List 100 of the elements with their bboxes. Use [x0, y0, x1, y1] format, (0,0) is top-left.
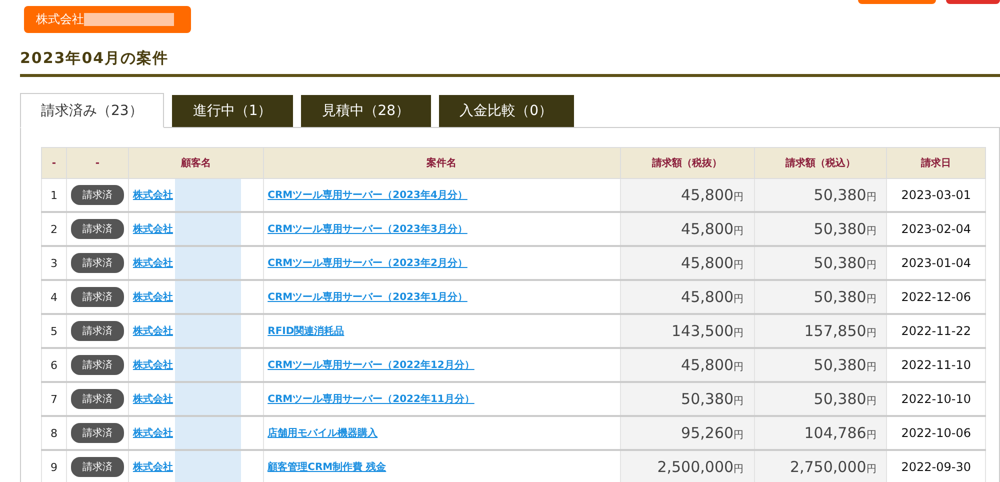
page-title: 2023年04月の案件 [20, 49, 1000, 77]
amount-value: 45,800 [681, 186, 734, 204]
project-link[interactable]: CRMツール専用サーバー（2023年4月分） [268, 190, 468, 201]
billing-date: 2022-10-10 [886, 382, 986, 416]
billing-date: 2023-03-01 [886, 178, 986, 212]
project-link[interactable]: CRMツール専用サーバー（2023年3月分） [268, 224, 468, 235]
status-button[interactable]: 請求済 [70, 253, 124, 273]
project-link[interactable]: CRMツール専用サーバー（2022年11月分） [268, 394, 474, 405]
currency-unit: 円 [734, 328, 744, 339]
row-number: 2 [42, 212, 66, 246]
redaction-block [174, 451, 241, 482]
amount-value: 104,786 [804, 424, 866, 442]
amount-value: 50,380 [814, 254, 866, 272]
column-header: 請求額（税抜） [620, 148, 754, 178]
currency-unit: 円 [734, 260, 744, 271]
amount-value: 45,800 [681, 356, 734, 374]
status-button[interactable]: 請求済 [70, 355, 124, 375]
amount-value: 45,800 [681, 288, 734, 306]
currency-unit: 円 [866, 430, 876, 441]
status-button[interactable]: 請求済 [70, 219, 124, 239]
customer-link[interactable]: 株式会社 [132, 426, 173, 440]
status-button[interactable]: 請求済 [70, 457, 124, 477]
row-number: 6 [42, 348, 66, 382]
status-button[interactable]: 請求済 [70, 389, 124, 409]
amount-value: 50,380 [814, 390, 866, 408]
tab[interactable]: 進行中（1） [172, 95, 293, 127]
customer-link[interactable]: 株式会社 [132, 290, 173, 304]
row-number: 7 [42, 382, 66, 416]
currency-unit: 円 [866, 260, 876, 271]
billing-date: 2023-02-04 [886, 212, 986, 246]
currency-unit: 円 [734, 430, 744, 441]
currency-unit: 円 [734, 362, 744, 373]
currency-unit: 円 [734, 396, 744, 407]
status-button[interactable]: 請求済 [70, 423, 124, 443]
billing-date: 2022-11-22 [886, 314, 986, 348]
redaction-block [174, 281, 241, 313]
currency-unit: 円 [734, 226, 744, 237]
amount-value: 95,260 [681, 424, 734, 442]
customer-link[interactable]: 株式会社 [132, 222, 173, 236]
column-header: - [66, 148, 128, 178]
row-number: 8 [42, 416, 66, 450]
row-number: 5 [42, 314, 66, 348]
column-header: 案件名 [263, 148, 620, 178]
currency-unit: 円 [866, 192, 876, 203]
tab[interactable]: 見積中（28） [300, 95, 431, 127]
row-number: 1 [42, 178, 66, 212]
column-header: 請求日 [886, 148, 986, 178]
redaction-block [174, 247, 241, 279]
billing-date: 2022-10-06 [886, 416, 986, 450]
project-link[interactable]: 店舗用モバイル機器購入 [268, 428, 378, 439]
customer-link[interactable]: 株式会社 [132, 358, 173, 372]
tab[interactable]: 入金比較（0） [438, 95, 574, 127]
amount-value: 2,500,000 [657, 458, 734, 476]
tab[interactable]: 請求済み（23） [20, 93, 164, 128]
currency-unit: 円 [866, 464, 876, 475]
project-link[interactable]: 顧客管理CRM制作費 残金 [268, 462, 386, 473]
customer-link[interactable]: 株式会社 [132, 256, 173, 270]
redaction-block [174, 179, 241, 211]
currency-unit: 円 [866, 328, 876, 339]
currency-unit: 円 [734, 464, 744, 475]
row-number: 4 [42, 280, 66, 314]
currency-unit: 円 [734, 192, 744, 203]
redaction-block [174, 349, 241, 381]
amount-value: 50,380 [814, 288, 866, 306]
redaction-block [174, 417, 241, 449]
amount-value: 50,380 [681, 390, 734, 408]
project-link[interactable]: CRMツール専用サーバー（2023年2月分） [268, 258, 468, 269]
customer-link[interactable]: 株式会社 [132, 392, 173, 406]
currency-unit: 円 [866, 226, 876, 237]
column-header: 顧客名 [128, 148, 264, 178]
currency-unit: 円 [866, 294, 876, 305]
amount-value: 2,750,000 [790, 458, 866, 476]
customer-link[interactable]: 株式会社 [132, 324, 173, 338]
billing-date: 2022-12-06 [886, 280, 986, 314]
status-button[interactable]: 請求済 [70, 287, 124, 307]
column-header: - [42, 148, 66, 178]
status-button[interactable]: 請求済 [70, 185, 124, 205]
amount-value: 50,380 [814, 356, 866, 374]
redaction-block [174, 315, 241, 347]
currency-unit: 円 [866, 362, 876, 373]
status-button[interactable]: 請求済 [70, 321, 124, 341]
amount-value: 143,500 [672, 322, 734, 340]
customer-link[interactable]: 株式会社 [132, 188, 173, 202]
redaction-block [174, 213, 241, 245]
billing-date: 2022-11-10 [886, 348, 986, 382]
project-link[interactable]: RFID関連消耗品 [268, 326, 344, 337]
column-header: 請求額（税込） [754, 148, 887, 178]
currency-unit: 円 [866, 396, 876, 407]
customer-link[interactable]: 株式会社 [132, 460, 173, 474]
project-link[interactable]: CRMツール専用サーバー（2023年1月分） [268, 292, 468, 303]
row-number: 3 [42, 246, 66, 280]
amount-value: 50,380 [814, 186, 866, 204]
billing-date: 2023-01-04 [886, 246, 986, 280]
amount-value: 157,850 [804, 322, 866, 340]
amount-value: 50,380 [814, 220, 866, 238]
amount-value: 45,800 [681, 254, 734, 272]
company-badge: 株式会社 [24, 6, 191, 33]
currency-unit: 円 [734, 294, 744, 305]
redaction-block [174, 383, 241, 415]
project-link[interactable]: CRMツール専用サーバー（2022年12月分） [268, 360, 474, 371]
